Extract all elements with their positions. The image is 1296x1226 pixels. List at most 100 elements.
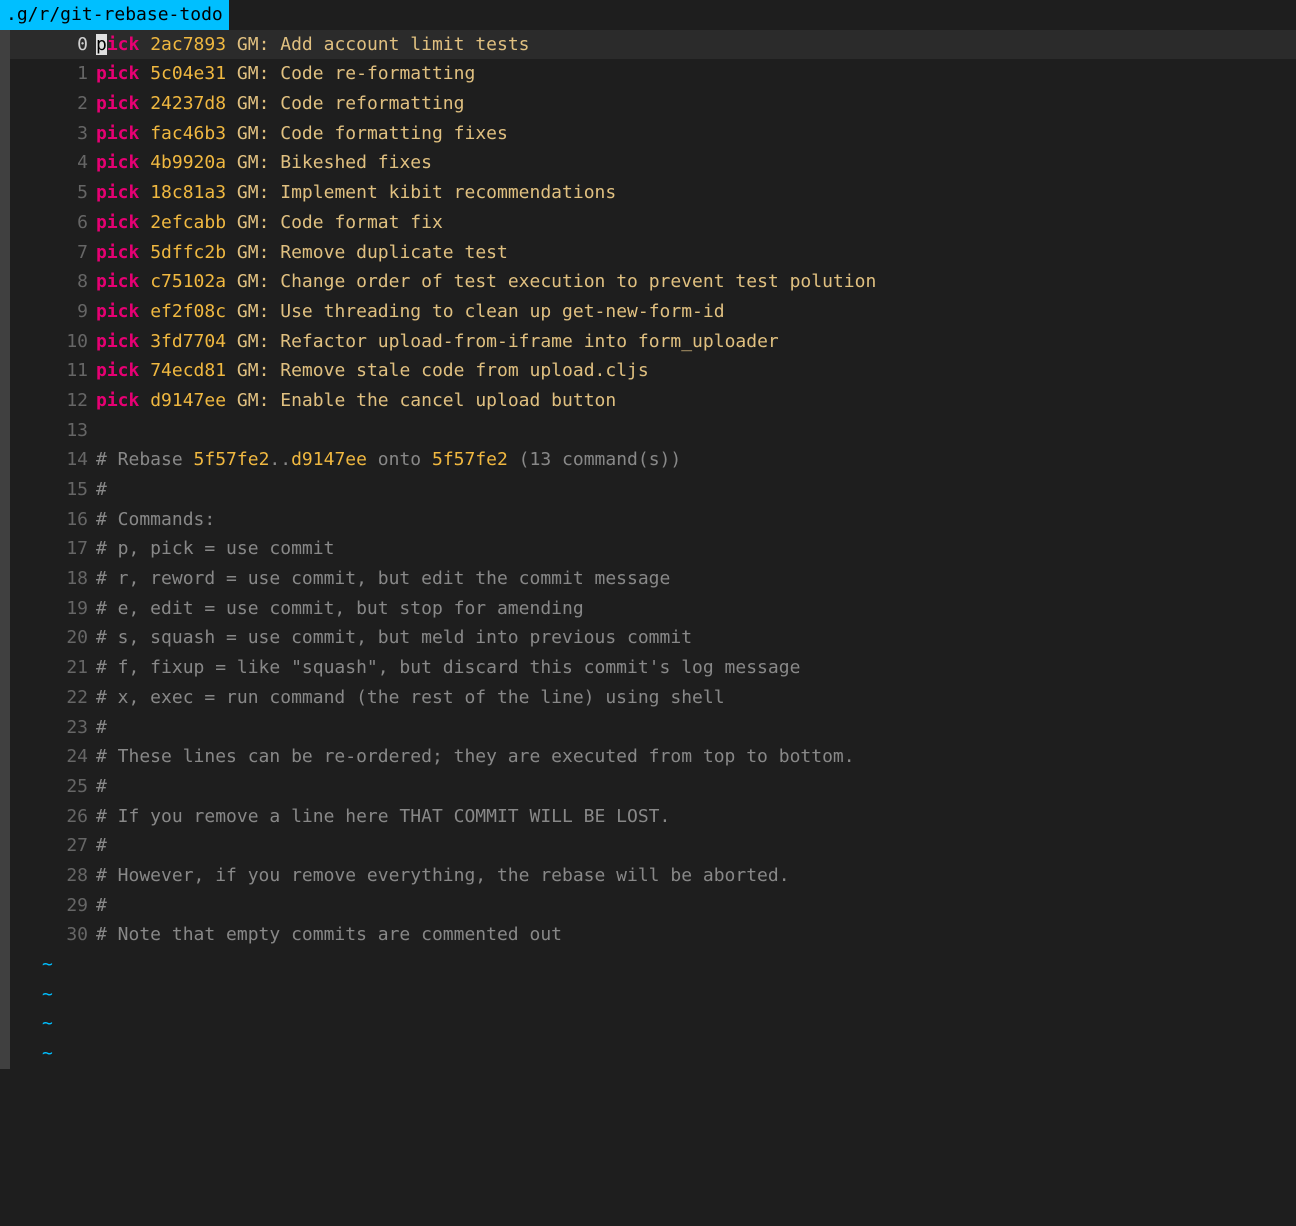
comment-text: # These lines can be re-ordered; they ar… [96, 742, 1296, 772]
rebase-command: pick [96, 123, 139, 144]
commit-message: GM: Code re-formatting [237, 63, 475, 84]
comment-text: # f, fixup = like "squash", but discard … [96, 653, 1296, 683]
tab-bar: .g/r/git-rebase-todo [0, 0, 1296, 30]
rebase-command: pick [96, 242, 139, 263]
commit-hash: 5c04e31 [150, 63, 226, 84]
line-number: 3 [10, 119, 96, 149]
code-line[interactable]: 24# These lines can be re-ordered; they … [10, 742, 1296, 772]
line-content: pick 24237d8 GM: Code reformatting [96, 89, 1296, 119]
line-number: 4 [10, 148, 96, 178]
code-line[interactable]: 13 [10, 416, 1296, 446]
line-content: pick ef2f08c GM: Use threading to clean … [96, 297, 1296, 327]
line-content: pick 5dffc2b GM: Remove duplicate test [96, 238, 1296, 268]
line-number: 14 [10, 445, 96, 475]
code-line[interactable]: 21# f, fixup = like "squash", but discar… [10, 653, 1296, 683]
code-line[interactable]: 29# [10, 891, 1296, 921]
empty-line-marker: ~ [10, 950, 1296, 980]
code-line[interactable]: 26# If you remove a line here THAT COMMI… [10, 802, 1296, 832]
empty-line-marker: ~ [10, 980, 1296, 1010]
code-line[interactable]: 6pick 2efcabb GM: Code format fix [10, 208, 1296, 238]
commit-hash: d9147ee [150, 390, 226, 411]
commit-message: GM: Remove stale code from upload.cljs [237, 360, 649, 381]
rebase-command: pick [96, 93, 139, 114]
line-number: 17 [10, 534, 96, 564]
comment-text: # s, squash = use commit, but meld into … [96, 623, 1296, 653]
code-line[interactable]: 25# [10, 772, 1296, 802]
rebase-command: pick [96, 390, 139, 411]
rebase-command: pick [96, 331, 139, 352]
commit-hash: 2ac7893 [150, 34, 226, 55]
empty-line-marker: ~ [10, 1009, 1296, 1039]
line-content: pick 2efcabb GM: Code format fix [96, 208, 1296, 238]
line-number: 2 [10, 89, 96, 119]
commit-message: GM: Code formatting fixes [237, 123, 508, 144]
code-line[interactable]: 12pick d9147ee GM: Enable the cancel upl… [10, 386, 1296, 416]
code-line[interactable]: 4pick 4b9920a GM: Bikeshed fixes [10, 148, 1296, 178]
tilde-icon: ~ [10, 950, 53, 980]
comment-text: # [96, 772, 1296, 802]
line-number: 12 [10, 386, 96, 416]
comment-text [96, 416, 1296, 446]
rebase-command: pick [96, 301, 139, 322]
line-number: 25 [10, 772, 96, 802]
commit-hash: 74ecd81 [150, 360, 226, 381]
comment-text: # [96, 831, 1296, 861]
code-line[interactable]: 9pick ef2f08c GM: Use threading to clean… [10, 297, 1296, 327]
comment-text: # [96, 475, 1296, 505]
editor[interactable]: 0pick 2ac7893 GM: Add account limit test… [0, 30, 1296, 1069]
commit-message: GM: Use threading to clean up get-new-fo… [237, 301, 725, 322]
commit-hash: 5dffc2b [150, 242, 226, 263]
code-line[interactable]: 17# p, pick = use commit [10, 534, 1296, 564]
line-number: 27 [10, 831, 96, 861]
file-tab[interactable]: .g/r/git-rebase-todo [0, 0, 229, 30]
code-line[interactable]: 19# e, edit = use commit, but stop for a… [10, 594, 1296, 624]
code-line[interactable]: 18# r, reword = use commit, but edit the… [10, 564, 1296, 594]
comment-text: # Note that empty commits are commented … [96, 920, 1296, 950]
code-line[interactable]: 28# However, if you remove everything, t… [10, 861, 1296, 891]
line-number: 9 [10, 297, 96, 327]
code-line[interactable]: 7pick 5dffc2b GM: Remove duplicate test [10, 238, 1296, 268]
code-line[interactable]: 16# Commands: [10, 505, 1296, 535]
comment-text: # [96, 891, 1296, 921]
code-line[interactable]: 20# s, squash = use commit, but meld int… [10, 623, 1296, 653]
code-line[interactable]: 15# [10, 475, 1296, 505]
code-line[interactable]: 0pick 2ac7893 GM: Add account limit test… [10, 30, 1296, 60]
line-number: 23 [10, 713, 96, 743]
line-content: pick 5c04e31 GM: Code re-formatting [96, 59, 1296, 89]
comment-text: # [96, 713, 1296, 743]
line-number: 21 [10, 653, 96, 683]
commit-hash: 3fd7704 [150, 331, 226, 352]
line-number: 1 [10, 59, 96, 89]
line-content: pick 3fd7704 GM: Refactor upload-from-if… [96, 327, 1296, 357]
code-line[interactable]: 27# [10, 831, 1296, 861]
line-number: 10 [10, 327, 96, 357]
code-line[interactable]: 2pick 24237d8 GM: Code reformatting [10, 89, 1296, 119]
line-number: 16 [10, 505, 96, 535]
code-line[interactable]: 3pick fac46b3 GM: Code formatting fixes [10, 119, 1296, 149]
rebase-command: pick [96, 212, 139, 233]
comment-text: # x, exec = run command (the rest of the… [96, 683, 1296, 713]
code-line[interactable]: 8pick c75102a GM: Change order of test e… [10, 267, 1296, 297]
code-line[interactable]: 10pick 3fd7704 GM: Refactor upload-from-… [10, 327, 1296, 357]
commit-hash: 4b9920a [150, 152, 226, 173]
code-line[interactable]: 30# Note that empty commits are commente… [10, 920, 1296, 950]
commit-message: GM: Enable the cancel upload button [237, 390, 616, 411]
code-line[interactable]: 11pick 74ecd81 GM: Remove stale code fro… [10, 356, 1296, 386]
code-line[interactable]: 22# x, exec = run command (the rest of t… [10, 683, 1296, 713]
line-number: 5 [10, 178, 96, 208]
rebase-command: pick [96, 182, 139, 203]
line-number: 13 [10, 416, 96, 446]
line-content: pick 2ac7893 GM: Add account limit tests [96, 30, 1296, 60]
line-number: 19 [10, 594, 96, 624]
line-number: 20 [10, 623, 96, 653]
line-number: 18 [10, 564, 96, 594]
commit-hash: 2efcabb [150, 212, 226, 233]
commit-message: GM: Add account limit tests [237, 34, 530, 55]
code-line[interactable]: 1pick 5c04e31 GM: Code re-formatting [10, 59, 1296, 89]
rebase-command: pick [96, 360, 139, 381]
line-number: 28 [10, 861, 96, 891]
code-line[interactable]: 5pick 18c81a3 GM: Implement kibit recomm… [10, 178, 1296, 208]
code-line[interactable]: 23# [10, 713, 1296, 743]
rebase-command: pick [96, 271, 139, 292]
code-line[interactable]: 14# Rebase 5f57fe2..d9147ee onto 5f57fe2… [10, 445, 1296, 475]
